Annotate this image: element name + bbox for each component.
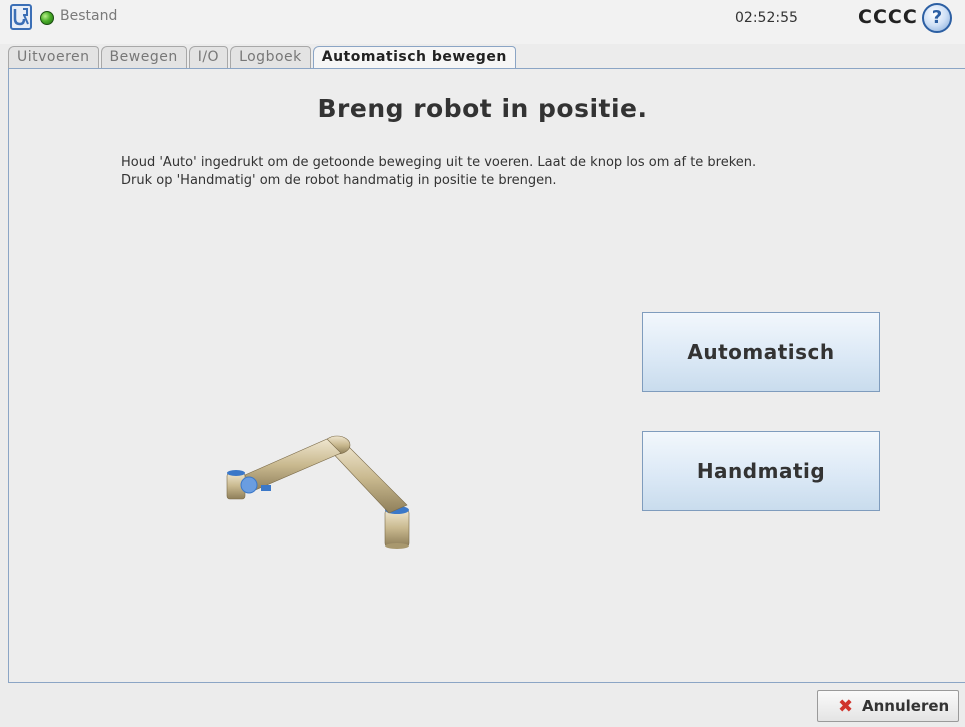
cancel-button-label: Annuleren: [862, 697, 950, 715]
tab-uitvoeren[interactable]: Uitvoeren: [8, 46, 99, 68]
robot-arm-illustration: [226, 435, 410, 549]
tab-automatisch-bewegen[interactable]: Automatisch bewegen: [312, 46, 516, 69]
tab-bar: Uitvoeren Bewegen I/O Logboek Automatisc…: [8, 46, 518, 69]
help-button[interactable]: ?: [922, 3, 952, 33]
ur-logo-icon: [10, 4, 32, 30]
cancel-button[interactable]: ✖ Annuleren: [817, 690, 959, 722]
status-indicator-icon: [40, 11, 54, 25]
tab-logboek[interactable]: Logboek: [230, 46, 311, 68]
tab-io[interactable]: I/O: [188, 46, 229, 68]
clock: 02:52:55: [735, 10, 798, 26]
top-bar: Bestand 02:52:55 CCCC ?: [0, 0, 965, 44]
close-icon: ✖: [838, 696, 854, 717]
robot-name: CCCC: [858, 6, 918, 28]
tab-bewegen[interactable]: Bewegen: [100, 46, 187, 68]
page-title: Breng robot in positie.: [317, 94, 648, 123]
auto-move-button[interactable]: Automatisch: [642, 312, 880, 392]
instruction-line-1: Houd 'Auto' ingedrukt om de getoonde bew…: [121, 155, 757, 170]
instruction-line-2: Druk op 'Handmatig' om de robot handmati…: [121, 173, 557, 188]
manual-move-button[interactable]: Handmatig: [642, 431, 880, 511]
file-menu[interactable]: Bestand: [60, 8, 117, 24]
